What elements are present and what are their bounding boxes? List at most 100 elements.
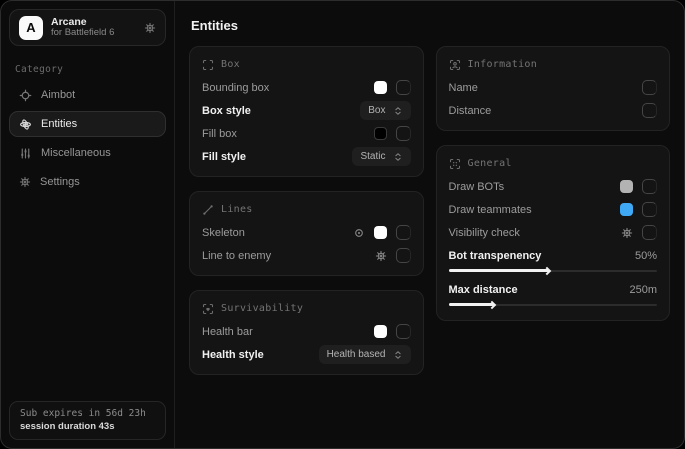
app-subtitle: for Battlefield 6 bbox=[51, 28, 136, 39]
distance-checkbox[interactable] bbox=[642, 103, 657, 118]
row-controls: Health based bbox=[319, 345, 411, 364]
row-controls: Static bbox=[352, 147, 410, 166]
row-controls bbox=[374, 324, 411, 339]
person-scan-icon bbox=[449, 59, 461, 71]
sidebar-item-settings[interactable]: Settings bbox=[9, 169, 166, 195]
row-controls bbox=[642, 80, 657, 95]
row-draw-teammates: Draw teammates bbox=[449, 201, 658, 218]
gear-icon[interactable] bbox=[375, 250, 387, 262]
draw-teammates-checkbox[interactable] bbox=[642, 202, 657, 217]
line-icon bbox=[202, 204, 214, 216]
sidebar-nav: Aimbot Entities Miscellaneous Settings bbox=[1, 82, 174, 198]
sidebar-item-label: Aimbot bbox=[41, 89, 75, 101]
entities-icon bbox=[19, 118, 32, 131]
subscription-box: Sub expires in 56d 23h session duration … bbox=[9, 401, 166, 440]
color-swatch[interactable] bbox=[620, 203, 633, 216]
health-style-select[interactable]: Health based bbox=[319, 345, 411, 364]
row-label: Fill style bbox=[202, 151, 246, 163]
chevrons-up-down-icon bbox=[393, 106, 403, 116]
row-name: Name bbox=[449, 79, 658, 96]
select-value: Box bbox=[368, 105, 385, 116]
row-controls bbox=[375, 248, 411, 263]
row-controls bbox=[374, 80, 411, 95]
box-style-select[interactable]: Box bbox=[360, 101, 410, 120]
card-survivability: Survivability Health bar Health style Healt… bbox=[189, 290, 424, 375]
sidebar-item-miscellaneous[interactable]: Miscellaneous bbox=[9, 140, 166, 166]
row-label: Health bar bbox=[202, 326, 253, 338]
chevrons-up-down-icon bbox=[393, 152, 403, 162]
box-scan-icon bbox=[202, 59, 214, 71]
row-controls bbox=[374, 126, 411, 141]
logo-text: Arcane for Battlefield 6 bbox=[51, 16, 136, 39]
logo-card: A Arcane for Battlefield 6 bbox=[9, 9, 166, 46]
row-bounding-box: Bounding box bbox=[202, 79, 411, 96]
row-label: Health style bbox=[202, 349, 264, 361]
card-column: InformationNameDistanceGeneralDraw BOTsD… bbox=[436, 46, 671, 375]
health-bar-checkbox[interactable] bbox=[396, 324, 411, 339]
row-health-bar: Health bar bbox=[202, 323, 411, 340]
sidebar: A Arcane for Battlefield 6 Category Aimb… bbox=[1, 1, 175, 448]
slider-value: 50% bbox=[635, 250, 657, 262]
sidebar-item-entities[interactable]: Entities bbox=[9, 111, 166, 137]
card-header: Information bbox=[449, 56, 658, 73]
slider-thumb[interactable] bbox=[542, 266, 550, 274]
row-controls bbox=[620, 202, 657, 217]
sidebar-item-label: Miscellaneous bbox=[41, 147, 111, 159]
row-skeleton: Skeleton bbox=[202, 224, 411, 241]
fill-box-checkbox[interactable] bbox=[396, 126, 411, 141]
main-panel: Entities BoxBounding boxBox styleBoxFill… bbox=[175, 1, 684, 448]
draw-bots-checkbox[interactable] bbox=[642, 179, 657, 194]
row-label: Skeleton bbox=[202, 227, 245, 239]
name-checkbox[interactable] bbox=[642, 80, 657, 95]
crosshair-icon bbox=[19, 89, 32, 102]
card-header: Survivability bbox=[202, 300, 411, 317]
line-to-enemy-checkbox[interactable] bbox=[396, 248, 411, 263]
color-swatch[interactable] bbox=[374, 127, 387, 140]
card-title: General bbox=[468, 158, 512, 169]
card-box: Box Bounding box Box styleBox Fill box Fill … bbox=[189, 46, 424, 177]
sidebar-item-label: Settings bbox=[40, 176, 80, 188]
sliders-icon bbox=[19, 147, 32, 160]
row-draw-bots: Draw BOTs bbox=[449, 178, 658, 195]
heart-scan-icon bbox=[202, 303, 214, 315]
row-label: Bounding box bbox=[202, 82, 269, 94]
gear-icon[interactable] bbox=[621, 227, 633, 239]
visibility-check-checkbox[interactable] bbox=[642, 225, 657, 240]
color-swatch[interactable] bbox=[374, 226, 387, 239]
bounding-box-checkbox[interactable] bbox=[396, 80, 411, 95]
slider-value: 250m bbox=[629, 284, 657, 296]
color-swatch[interactable] bbox=[374, 81, 387, 94]
slider-fill bbox=[449, 269, 549, 272]
max-distance-slider[interactable] bbox=[449, 300, 658, 309]
row-fill-style: Fill style Static bbox=[202, 148, 411, 165]
color-swatch[interactable] bbox=[374, 325, 387, 338]
grid-scan-icon bbox=[449, 158, 461, 170]
slider-thumb[interactable] bbox=[488, 300, 496, 308]
card-information: InformationNameDistance bbox=[436, 46, 671, 131]
card-title: Box bbox=[221, 59, 240, 70]
card-header: Box bbox=[202, 56, 411, 73]
color-swatch[interactable] bbox=[620, 180, 633, 193]
row-box-style: Box styleBox bbox=[202, 102, 411, 119]
fill-style-select[interactable]: Static bbox=[352, 147, 410, 166]
app-window: A Arcane for Battlefield 6 Category Aimb… bbox=[0, 0, 685, 449]
bot-transpenency-slider[interactable] bbox=[449, 266, 658, 275]
row-label: Draw teammates bbox=[449, 204, 532, 216]
row-label: Fill box bbox=[202, 128, 237, 140]
gear-icon[interactable] bbox=[144, 22, 156, 34]
sidebar-item-label: Entities bbox=[41, 118, 77, 130]
card-columns: Box Bounding box Box styleBox Fill box Fill … bbox=[189, 46, 670, 375]
row-bot-transpenency: Bot transpenency50% bbox=[449, 248, 658, 275]
gear-icon bbox=[19, 176, 31, 188]
select-value: Static bbox=[360, 151, 385, 162]
sub-expiry-text: Sub expires in 56d 23h bbox=[20, 408, 155, 419]
row-controls bbox=[621, 225, 657, 240]
skeleton-checkbox[interactable] bbox=[396, 225, 411, 240]
select-value: Health based bbox=[327, 349, 386, 360]
card-title: Survivability bbox=[221, 303, 303, 314]
card-lines: LinesSkeletonLine to enemy bbox=[189, 191, 424, 276]
row-fill-box: Fill box bbox=[202, 125, 411, 142]
sidebar-item-aimbot[interactable]: Aimbot bbox=[9, 82, 166, 108]
target-icon[interactable] bbox=[353, 227, 365, 239]
row-visibility-check: Visibility check bbox=[449, 224, 658, 241]
